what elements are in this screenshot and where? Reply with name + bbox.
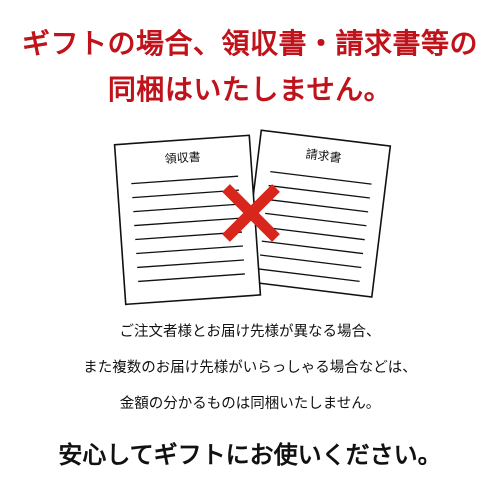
receipt-label: 領収書 xyxy=(164,149,201,166)
closing-message: 安心してギフトにお使いください。 xyxy=(58,441,442,469)
notice-line-2: また複数のお届け先様がいらっしゃる場合などは、 xyxy=(83,360,417,376)
documents-illustration: 請求書 領収書 xyxy=(113,129,392,306)
invoice-document: 請求書 xyxy=(241,129,392,298)
notice-line-1: ご注文者様とお届け先様が異なる場合、 xyxy=(119,324,381,340)
notice-line-3: 金額の分かるものは同梱いたしません。 xyxy=(119,396,381,412)
